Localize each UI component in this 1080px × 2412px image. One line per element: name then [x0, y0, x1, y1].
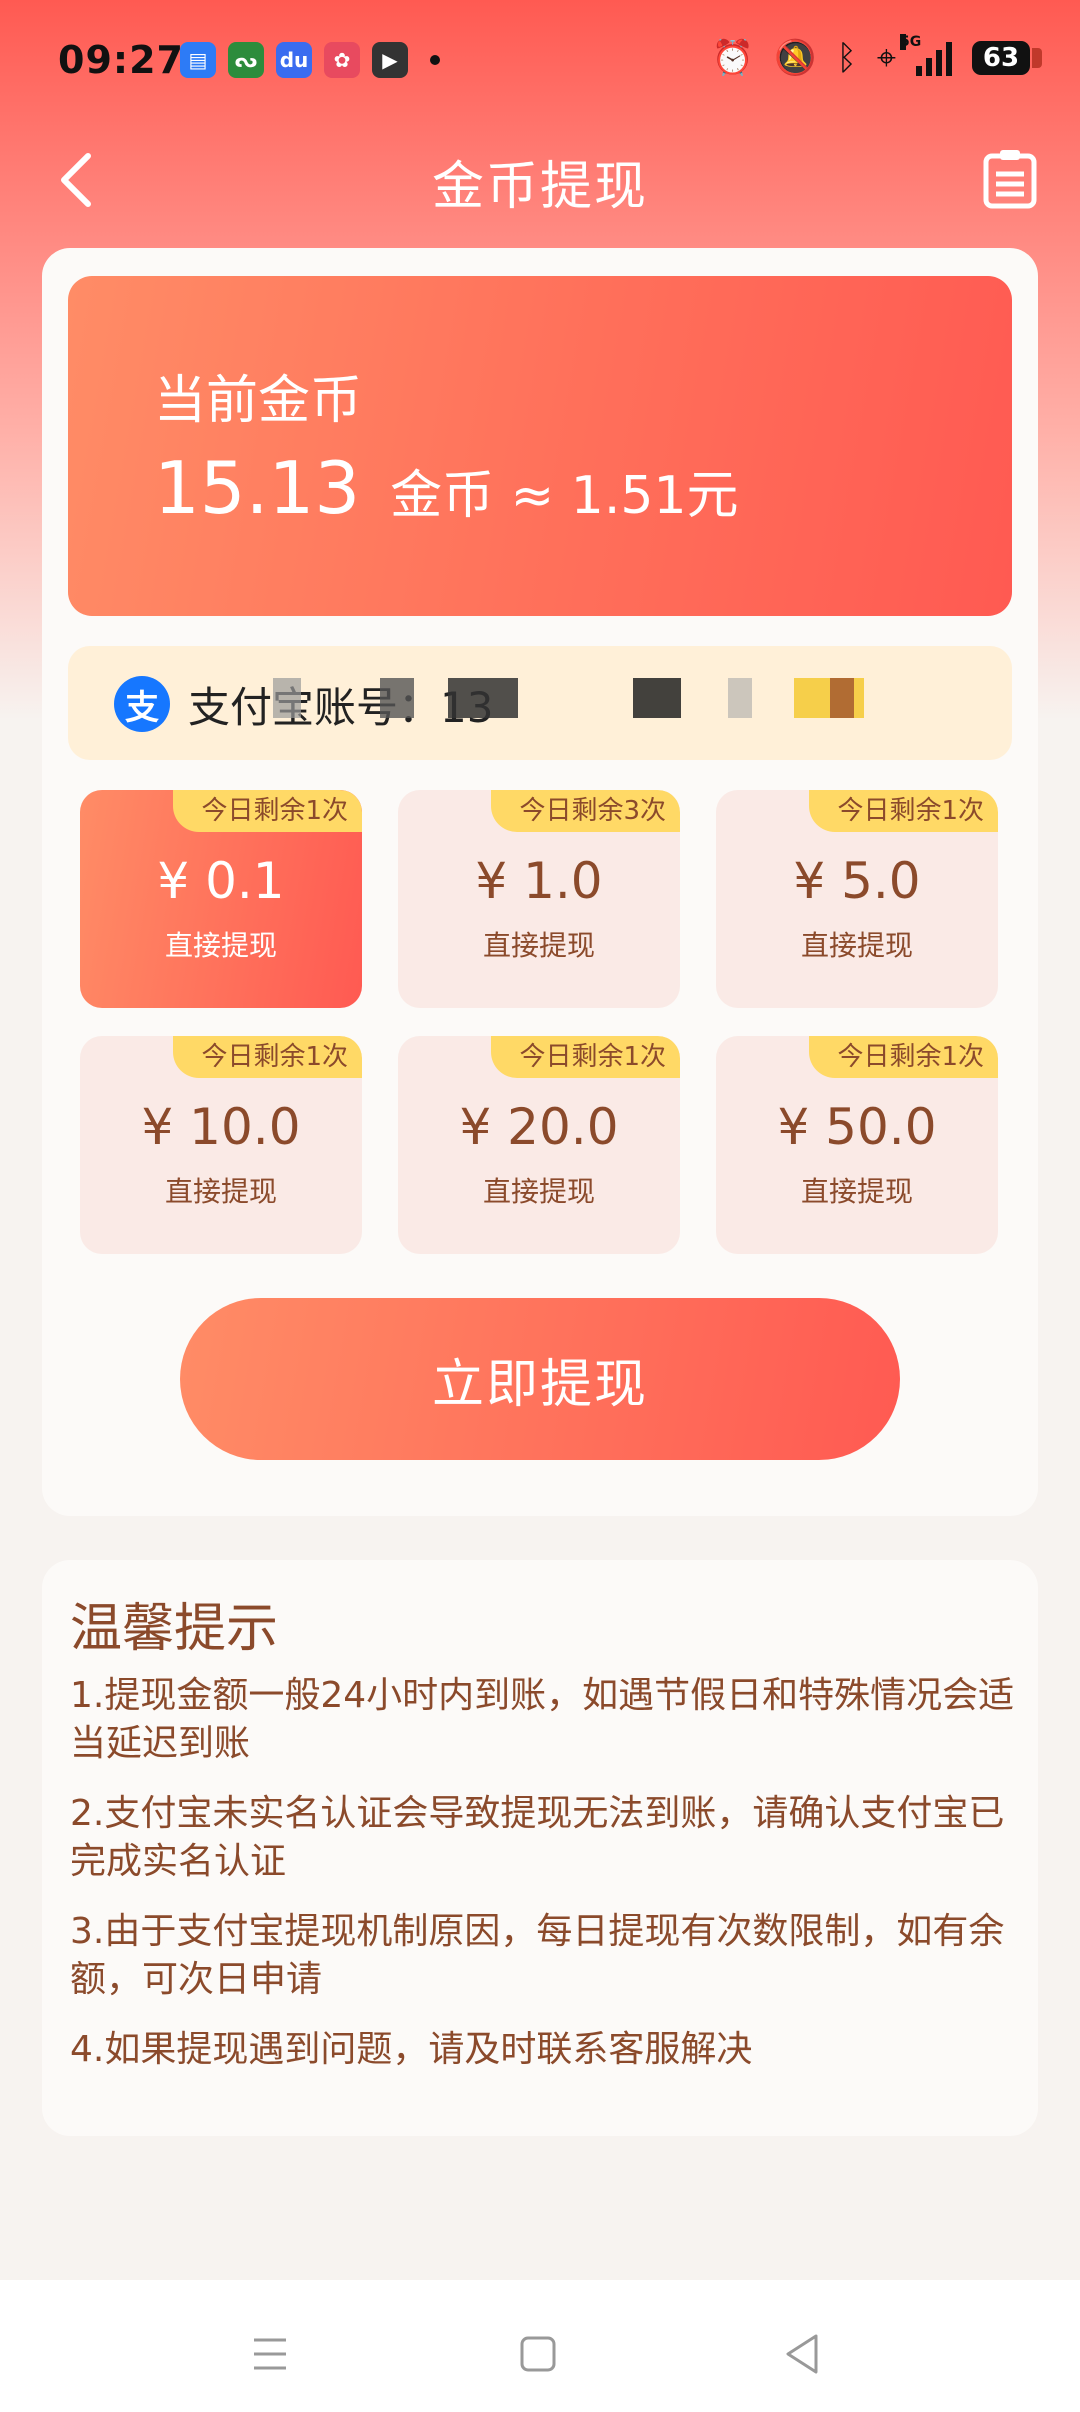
system-icons: ⏰ 🔕 ᛒ ⌖ 5G 63 — [711, 34, 1042, 78]
coin-balance-row: 15.13 金币 ≈ 1.51元 — [154, 446, 739, 530]
status-time: 09:27 — [58, 38, 184, 82]
remaining-badge: 今日剩余1次 — [173, 790, 362, 832]
amount-label: 直接提现 — [800, 1175, 913, 1208]
tip-item: 3.由于支付宝提现机制原因，每日提现有次数限制，如有余额，可次日申请 — [70, 1911, 1005, 2000]
redacted-mosaic — [728, 678, 752, 718]
battery-icon: 63 — [972, 41, 1042, 75]
back-triangle-icon[interactable] — [774, 2324, 834, 2384]
amount-value: ¥ 1.0 — [475, 852, 603, 910]
redacted-mosaic — [273, 678, 301, 718]
tip-item: 4.如果提现遇到问题，请及时联系客服解决 — [70, 2029, 753, 2070]
location-icon: ⌖ — [876, 38, 896, 78]
amount-options-grid: 今日剩余1次 ¥ 0.1 直接提现 今日剩余3次 ¥ 1.0 直接提现 今日剩余… — [80, 790, 1000, 1254]
amount-option-0-1[interactable]: 今日剩余1次 ¥ 0.1 直接提现 — [80, 790, 362, 1008]
amount-option-50-0[interactable]: 今日剩余1次 ¥ 50.0 直接提现 — [716, 1036, 998, 1254]
amount-option-20-0[interactable]: 今日剩余1次 ¥ 20.0 直接提现 — [398, 1036, 680, 1254]
amount-label: 直接提现 — [482, 929, 595, 962]
list-icon[interactable] — [980, 148, 1040, 210]
amount-value: ¥ 20.0 — [459, 1098, 619, 1156]
amount-option-5-0[interactable]: 今日剩余1次 ¥ 5.0 直接提现 — [716, 790, 998, 1008]
amount-value: ¥ 5.0 — [793, 852, 921, 910]
tip-item: 2.支付宝未实名认证会导致提现无法到账，请确认支付宝已完成实名认证 — [70, 1793, 1005, 1882]
page-title: 金币提现 — [431, 157, 648, 217]
amount-value: ¥ 10.0 — [141, 1098, 301, 1156]
alipay-icon: 支 — [114, 676, 170, 732]
alipay-account-bar[interactable]: 支 支付宝账号：13 — [68, 646, 1012, 760]
amount-value: ¥ 0.1 — [157, 852, 285, 910]
withdraw-now-button[interactable]: 立即提现 — [180, 1298, 900, 1460]
message-app-icon: ▤ — [180, 42, 216, 78]
amount-option-10-0[interactable]: 今日剩余1次 ¥ 10.0 直接提现 — [80, 1036, 362, 1254]
bluetooth-icon: ᛒ — [836, 38, 857, 78]
coin-balance-panel: 当前金币 15.13 金币 ≈ 1.51元 — [68, 276, 1012, 616]
green-app-icon: ᔓ — [228, 42, 264, 78]
mute-bell-icon: 🔕 — [774, 38, 817, 78]
home-square-icon[interactable] — [508, 2324, 568, 2384]
tips-list: 1.提现金额一般24小时内到账，如遇节假日和特殊情况会适当延迟到账 2.支付宝未… — [70, 1672, 1030, 2096]
signal-icon: 5G — [900, 34, 952, 76]
amount-label: 直接提现 — [164, 1175, 277, 1208]
tips-card: 温馨提示 1.提现金额一般24小时内到账，如遇节假日和特殊情况会适当延迟到账 2… — [42, 1560, 1038, 2136]
coin-unit-conversion: 金币 ≈ 1.51元 — [390, 466, 739, 526]
page-header: 金币提现 — [0, 130, 1080, 230]
redacted-mosaic — [448, 678, 518, 718]
more-notifications-dot — [430, 55, 440, 65]
status-bar: 09:27 ▤ ᔓ du ✿ ▶ ⏰ 🔕 ᛒ ⌖ 5G 63 — [0, 0, 1080, 120]
network-type: 5G — [900, 34, 922, 50]
withdraw-card: 当前金币 15.13 金币 ≈ 1.51元 支 支付宝账号：13 今日剩余1次 … — [42, 248, 1038, 1516]
video-app-icon: ▶ — [372, 42, 408, 78]
tip-item: 1.提现金额一般24小时内到账，如遇节假日和特殊情况会适当延迟到账 — [70, 1675, 1015, 1764]
amount-label: 直接提现 — [800, 929, 913, 962]
amount-label: 直接提现 — [164, 929, 277, 962]
tips-title: 温馨提示 — [70, 1599, 279, 1659]
alarm-icon: ⏰ — [711, 38, 755, 78]
remaining-badge: 今日剩余1次 — [491, 1036, 680, 1078]
notification-app-icons: ▤ ᔓ du ✿ ▶ — [180, 42, 440, 78]
coin-balance-label: 当前金币 — [154, 371, 363, 431]
menu-icon[interactable] — [240, 2324, 300, 2384]
redacted-mosaic — [633, 678, 681, 718]
amount-option-1-0[interactable]: 今日剩余3次 ¥ 1.0 直接提现 — [398, 790, 680, 1008]
game-app-icon: ✿ — [324, 42, 360, 78]
amount-value: ¥ 50.0 — [777, 1098, 937, 1156]
remaining-badge: 今日剩余1次 — [173, 1036, 362, 1078]
redacted-mosaic — [380, 678, 414, 718]
system-navigation-bar — [0, 2280, 1080, 2412]
remaining-badge: 今日剩余3次 — [491, 790, 680, 832]
baidu-app-icon: du — [276, 42, 312, 78]
redacted-mosaic — [830, 678, 854, 718]
coin-amount: 15.13 — [154, 446, 361, 530]
remaining-badge: 今日剩余1次 — [809, 1036, 998, 1078]
amount-label: 直接提现 — [482, 1175, 595, 1208]
remaining-badge: 今日剩余1次 — [809, 790, 998, 832]
